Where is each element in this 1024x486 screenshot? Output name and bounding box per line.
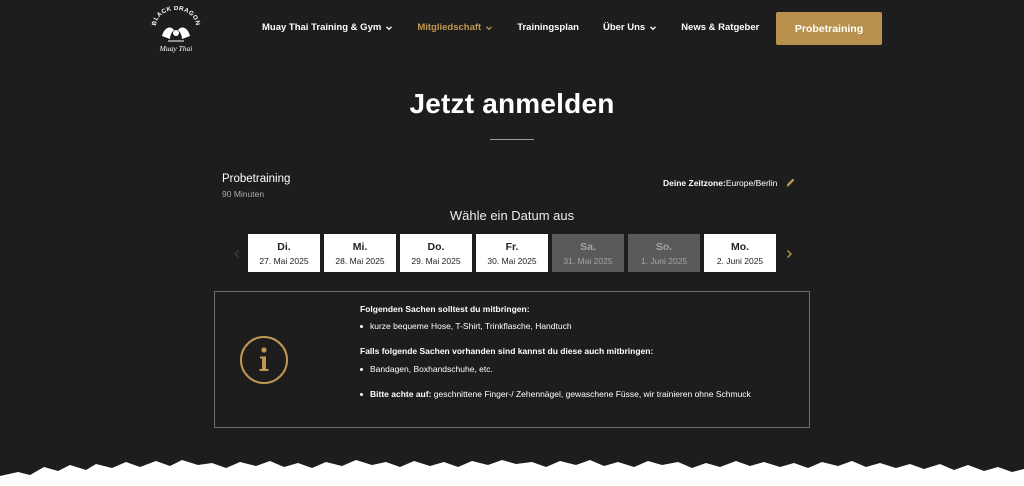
date-day: Mi. xyxy=(352,240,368,253)
page-title: Jetzt anmelden xyxy=(409,88,615,119)
site-header: BLACK DRAGON Muay Thai Muay Thai Trainin… xyxy=(0,0,1024,60)
site-logo[interactable]: BLACK DRAGON Muay Thai xyxy=(146,6,206,54)
date-value: 28. Mai 2025 xyxy=(335,255,385,266)
date-day: So. xyxy=(655,240,673,253)
list-item: Bitte achte auf: geschnittene Finger-/ Z… xyxy=(360,389,751,399)
title-divider xyxy=(490,139,534,140)
date-day: Do. xyxy=(427,240,445,253)
main-nav: Muay Thai Training & Gym Mitgliedschaft … xyxy=(262,22,783,33)
date-value: 29. Mai 2025 xyxy=(411,255,461,266)
chevron-down-icon xyxy=(485,24,493,32)
svg-text:BLACK DRAGON: BLACK DRAGON xyxy=(151,6,201,26)
date-day: Sa. xyxy=(580,240,596,253)
chevron-right-icon[interactable] xyxy=(784,249,794,259)
chevron-down-icon xyxy=(385,24,393,32)
date-option[interactable]: Mi. 28. Mai 2025 xyxy=(324,234,396,272)
date-option[interactable]: Di. 27. Mai 2025 xyxy=(248,234,320,272)
chevron-left-icon[interactable] xyxy=(232,249,242,259)
date-day: Mo. xyxy=(730,240,750,253)
service-name: Probetraining xyxy=(222,173,291,185)
note-label: Bitte achte auf: xyxy=(370,388,432,399)
nav-item-muay-thai[interactable]: Muay Thai Training & Gym xyxy=(262,22,393,33)
date-picker: Di. 27. Mai 2025 Mi. 28. Mai 2025 Do. 29… xyxy=(248,234,780,272)
date-value: 1. Juni 2025 xyxy=(640,255,688,266)
timezone-label: Deine Zeitzone: xyxy=(663,177,726,188)
date-option[interactable]: Mo. 2. Juni 2025 xyxy=(704,234,776,272)
date-value: 31. Mai 2025 xyxy=(563,255,613,266)
date-value: 2. Juni 2025 xyxy=(716,255,764,266)
list-item: kurze bequeme Hose, T-Shirt, Trinkflasch… xyxy=(360,321,751,331)
date-option[interactable]: Fr. 30. Mai 2025 xyxy=(476,234,548,272)
date-option-disabled: So. 1. Juni 2025 xyxy=(628,234,700,272)
date-day: Di. xyxy=(277,240,291,253)
probetraining-button[interactable]: Probetraining xyxy=(776,12,882,45)
date-value: 27. Mai 2025 xyxy=(259,255,309,266)
nav-item-label: News & Ratgeber xyxy=(681,22,760,33)
info-icon xyxy=(239,335,289,385)
nav-item-trainingsplan[interactable]: Trainingsplan xyxy=(517,22,579,33)
svg-text:Muay Thai: Muay Thai xyxy=(159,44,193,53)
nav-item-label: Trainingsplan xyxy=(517,22,579,33)
date-value: 30. Mai 2025 xyxy=(487,255,537,266)
info-content: Folgenden Sachen solltest du mitbringen:… xyxy=(360,304,751,406)
date-day: Fr. xyxy=(505,240,519,253)
info-heading: Falls folgende Sachen vorhanden sind kan… xyxy=(360,346,654,357)
nav-item-label: Über Uns xyxy=(602,22,646,33)
list-item: Bandagen, Boxhandschuhe, etc. xyxy=(360,364,751,374)
nav-item-label: Mitgliedschaft xyxy=(417,22,482,33)
brush-stroke-divider xyxy=(0,452,1024,486)
pick-date-title: Wähle ein Datum aus xyxy=(449,208,575,223)
info-list: Bandagen, Boxhandschuhe, etc. xyxy=(360,364,751,374)
pencil-icon[interactable] xyxy=(785,177,796,188)
note-text: geschnittene Finger-/ Zehennägel, gewasc… xyxy=(431,388,751,399)
info-list: kurze bequeme Hose, T-Shirt, Trinkflasch… xyxy=(360,321,751,331)
nav-item-ueber-uns[interactable]: Über Uns xyxy=(603,22,657,33)
info-box: Folgenden Sachen solltest du mitbringen:… xyxy=(214,291,810,428)
timezone-display: Deine Zeitzone: Europe/Berlin xyxy=(663,177,796,188)
info-note-list: Bitte achte auf: geschnittene Finger-/ Z… xyxy=(360,389,751,399)
date-option[interactable]: Do. 29. Mai 2025 xyxy=(400,234,472,272)
nav-item-news[interactable]: News & Ratgeber xyxy=(681,22,759,33)
timezone-value: Europe/Berlin xyxy=(725,177,778,188)
info-heading: Folgenden Sachen solltest du mitbringen: xyxy=(360,304,530,314)
date-option-disabled: Sa. 31. Mai 2025 xyxy=(552,234,624,272)
nav-item-label: Muay Thai Training & Gym xyxy=(262,22,382,33)
dragon-logo-icon: BLACK DRAGON Muay Thai xyxy=(151,6,201,53)
nav-item-mitgliedschaft[interactable]: Mitgliedschaft xyxy=(417,22,493,33)
chevron-down-icon xyxy=(649,24,657,32)
service-duration: 90 Minuten xyxy=(222,189,265,199)
